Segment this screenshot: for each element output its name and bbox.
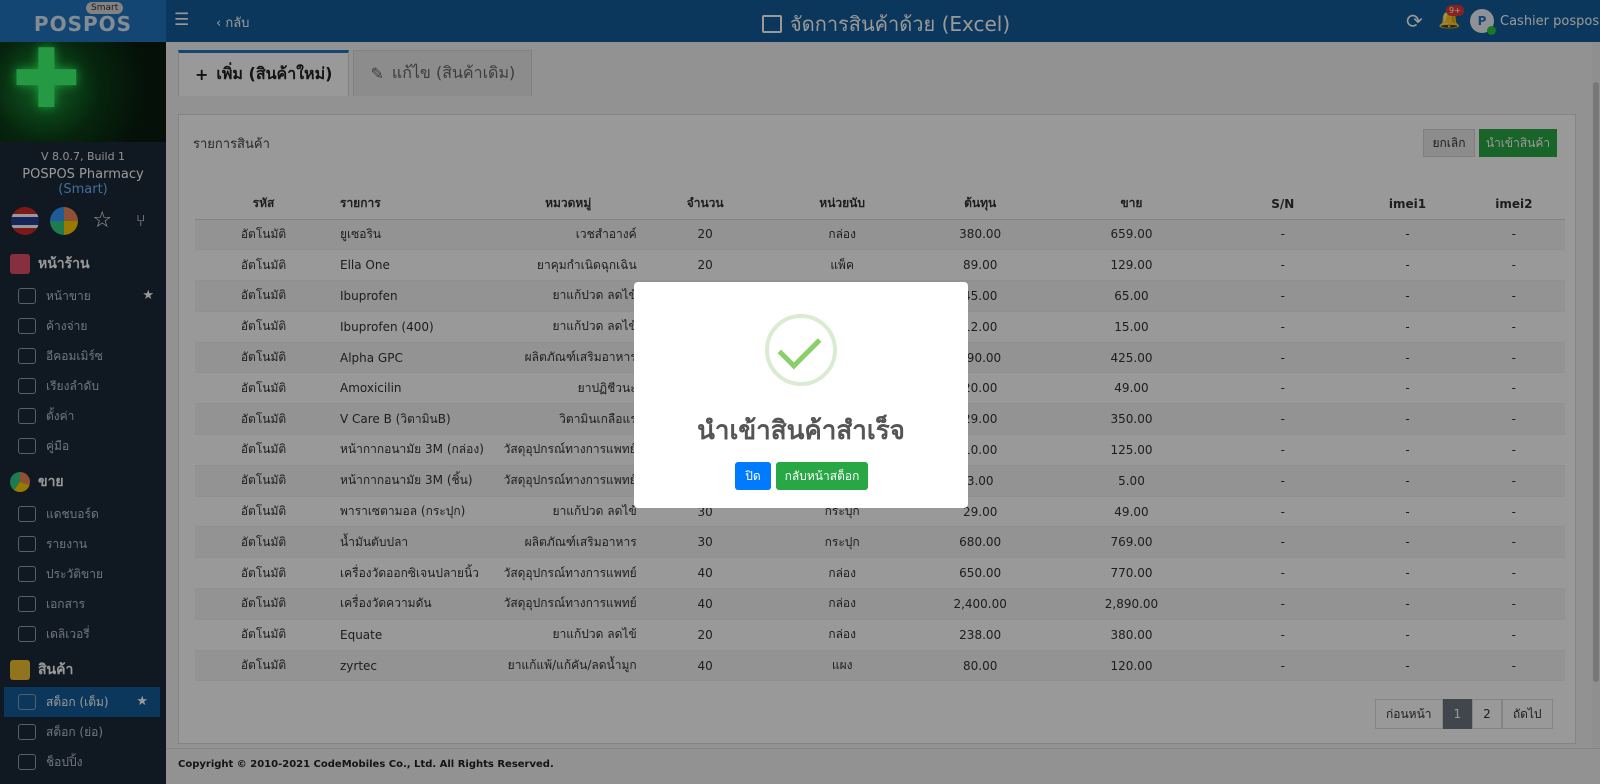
check-icon xyxy=(765,314,837,386)
back-to-stock-button[interactable]: กลับหน้าสต็อก xyxy=(776,462,868,490)
success-modal: นำเข้าสินค้าสำเร็จ ปิด กลับหน้าสต็อก xyxy=(634,282,968,508)
close-button[interactable]: ปิด xyxy=(735,462,771,490)
modal-title: นำเข้าสินค้าสำเร็จ xyxy=(697,416,905,446)
